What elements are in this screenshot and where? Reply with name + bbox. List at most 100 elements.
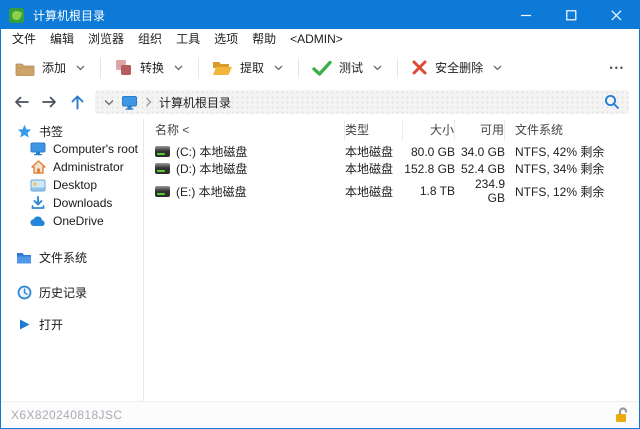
- drive-type: 本地磁盘: [345, 143, 403, 160]
- test-dropdown[interactable]: [367, 63, 388, 73]
- secure-delete-dropdown[interactable]: [487, 63, 508, 73]
- toolbar-separator: [100, 58, 101, 78]
- breadcrumb-bar[interactable]: 计算机根目录: [95, 90, 629, 114]
- forward-arrow-icon: [41, 95, 58, 109]
- column-header-name[interactable]: 名称 <: [155, 120, 345, 140]
- sidebar-item-desktop[interactable]: Desktop: [1, 176, 143, 194]
- close-icon: [611, 10, 622, 21]
- current-path[interactable]: 计算机根目录: [159, 94, 231, 111]
- main-area: 书签 Computer's root Administrator Desktop: [1, 119, 639, 401]
- status-bar: X6X820240818JSC: [1, 401, 639, 428]
- drive-size: 1.8 TB: [403, 184, 455, 198]
- toolbar-separator: [397, 58, 398, 78]
- drive-free: 34.0 GB: [455, 145, 505, 159]
- maximize-button[interactable]: [549, 1, 594, 29]
- window-controls: [504, 1, 639, 29]
- filesystem-label: 文件系统: [39, 249, 87, 266]
- up-button[interactable]: [67, 94, 87, 110]
- extract-label: 提取: [240, 59, 264, 76]
- test-check-icon: [312, 60, 332, 76]
- column-header-size[interactable]: 大小: [403, 120, 455, 140]
- sidebar-item-administrator[interactable]: Administrator: [1, 158, 143, 176]
- column-header-filesystem[interactable]: 文件系统: [505, 120, 639, 140]
- navigation-bar: 计算机根目录: [1, 85, 639, 119]
- menu-file[interactable]: 文件: [5, 29, 43, 50]
- menu-browser[interactable]: 浏览器: [81, 29, 131, 50]
- toolbar-more-button[interactable]: •••: [610, 63, 629, 73]
- drive-free: 234.9 GB: [455, 177, 505, 205]
- drive-size: 152.8 GB: [403, 162, 455, 176]
- sidebar-section-filesystem[interactable]: 文件系统: [1, 248, 143, 266]
- window-title: 计算机根目录: [33, 7, 105, 24]
- hard-drive-icon: [155, 163, 170, 174]
- sidebar-item-computers-root[interactable]: Computer's root: [1, 140, 143, 158]
- back-button[interactable]: [11, 95, 31, 109]
- table-row-drive-d[interactable]: (D:) 本地磁盘 本地磁盘 152.8 GB 52.4 GB NTFS, 34…: [155, 160, 639, 177]
- extract-dropdown[interactable]: [268, 63, 289, 73]
- sidebar-item-label: Downloads: [53, 196, 112, 210]
- sidebar-item-label: Administrator: [53, 160, 124, 174]
- menu-help[interactable]: 帮助: [245, 29, 283, 50]
- chevron-down-icon: [274, 65, 283, 71]
- drive-name: (C:) 本地磁盘: [176, 143, 247, 160]
- drive-filesystem: NTFS, 12% 剩余: [505, 183, 639, 200]
- test-button[interactable]: 测试: [308, 59, 367, 76]
- menu-admin[interactable]: <ADMIN>: [283, 29, 350, 50]
- column-header-type[interactable]: 类型: [345, 120, 403, 140]
- up-arrow-icon: [70, 94, 85, 110]
- menu-organize[interactable]: 组织: [131, 29, 169, 50]
- drive-name: (D:) 本地磁盘: [176, 160, 247, 177]
- table-row-drive-c[interactable]: (C:) 本地磁盘 本地磁盘 80.0 GB 34.0 GB NTFS, 42%…: [155, 143, 639, 160]
- close-button[interactable]: [594, 1, 639, 29]
- extract-button[interactable]: 提取: [208, 59, 268, 76]
- sidebar-item-downloads[interactable]: Downloads: [1, 194, 143, 212]
- sidebar-item-onedrive[interactable]: OneDrive: [1, 212, 143, 230]
- add-button[interactable]: 添加: [11, 59, 70, 76]
- unlock-padlock-icon[interactable]: [614, 407, 629, 423]
- drive-type: 本地磁盘: [345, 183, 403, 200]
- forward-button[interactable]: [39, 95, 59, 109]
- app-logo-icon: [9, 8, 24, 23]
- bookmarks-label: 书签: [39, 123, 63, 140]
- breadcrumb-separator-icon: [145, 97, 152, 107]
- desktop-icon: [30, 177, 46, 193]
- sidebar-section-bookmarks[interactable]: 书签: [1, 122, 143, 140]
- search-icon[interactable]: [604, 94, 620, 110]
- sidebar-item-label: OneDrive: [53, 214, 104, 228]
- minimize-button[interactable]: [504, 1, 549, 29]
- hard-drive-icon: [155, 146, 170, 157]
- drive-filesystem: NTFS, 42% 剩余: [505, 143, 639, 160]
- hard-drive-icon: [155, 186, 170, 197]
- sidebar-section-open[interactable]: 打开: [1, 315, 143, 333]
- secure-delete-button[interactable]: 安全删除: [407, 59, 487, 76]
- secure-delete-x-icon: [411, 59, 428, 76]
- add-label: 添加: [42, 59, 66, 76]
- menu-options[interactable]: 选项: [207, 29, 245, 50]
- computer-icon: [121, 95, 138, 110]
- chevron-down-icon: [174, 65, 183, 71]
- drive-free: 52.4 GB: [455, 162, 505, 176]
- chevron-down-icon: [373, 65, 382, 71]
- toolbar-separator: [298, 58, 299, 78]
- menu-edit[interactable]: 编辑: [43, 29, 81, 50]
- back-arrow-icon: [13, 95, 30, 109]
- chevron-down-icon: [76, 65, 85, 71]
- convert-label: 转换: [140, 59, 164, 76]
- chevron-down-icon: [493, 65, 502, 71]
- play-triangle-icon: [16, 316, 32, 332]
- download-icon: [30, 195, 46, 211]
- column-header-free[interactable]: 可用: [455, 120, 505, 140]
- menu-tools[interactable]: 工具: [169, 29, 207, 50]
- convert-button[interactable]: 转换: [110, 59, 168, 76]
- status-session-code: X6X820240818JSC: [11, 408, 122, 422]
- test-label: 测试: [339, 59, 363, 76]
- convert-dropdown[interactable]: [168, 63, 189, 73]
- cloud-icon: [30, 213, 46, 229]
- file-list-pane: 名称 < 类型 大小 可用 文件系统 (C:) 本地磁盘 本地磁盘 80.0 G…: [144, 119, 639, 401]
- add-dropdown[interactable]: [70, 63, 91, 73]
- sidebar-section-history[interactable]: 历史记录: [1, 283, 143, 301]
- sidebar: 书签 Computer's root Administrator Desktop: [1, 119, 144, 401]
- table-header-row: 名称 < 类型 大小 可用 文件系统: [155, 120, 639, 140]
- toolbar-separator: [198, 58, 199, 78]
- table-row-drive-e[interactable]: (E:) 本地磁盘 本地磁盘 1.8 TB 234.9 GB NTFS, 12%…: [155, 177, 639, 194]
